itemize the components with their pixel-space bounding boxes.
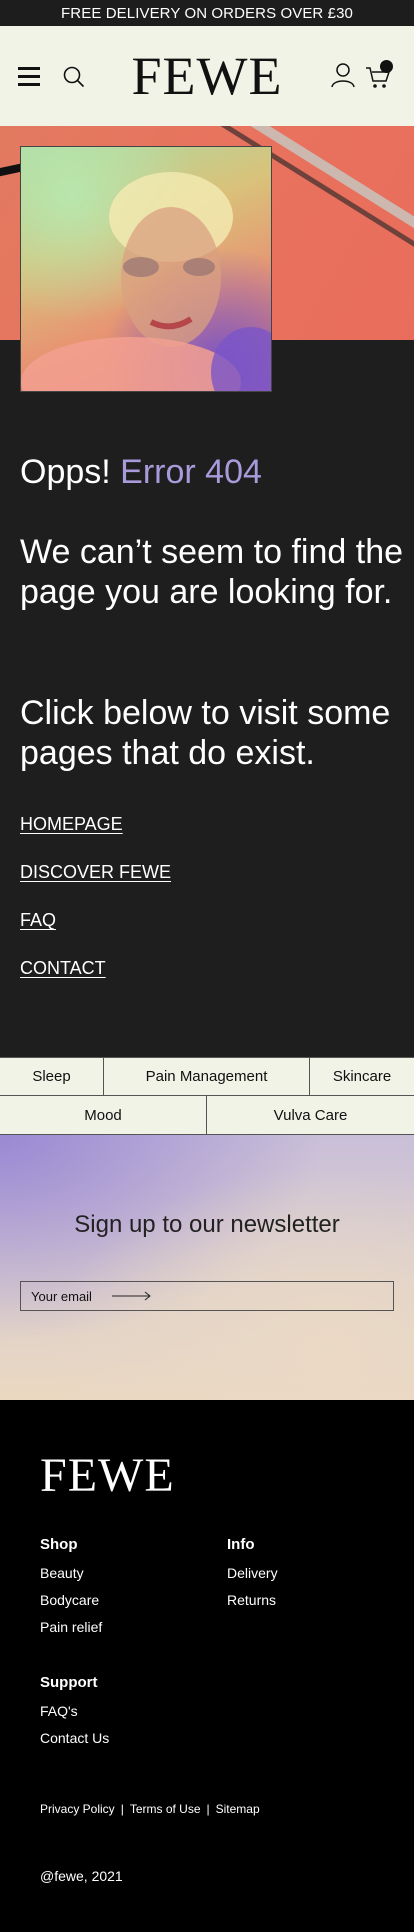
footer-link-privacy-policy[interactable]: Privacy Policy bbox=[40, 1802, 115, 1816]
link-homepage[interactable]: HOMEPAGE bbox=[20, 812, 171, 860]
announcement-bar: FREE DELIVERY ON ORDERS OVER £30 bbox=[0, 0, 414, 26]
error-suggestion: Click below to visit some pages that do … bbox=[20, 694, 391, 772]
footer-shop-column: Shop Beauty Bodycare Pain relief bbox=[40, 1536, 102, 1645]
cart-icon[interactable] bbox=[365, 60, 393, 90]
site-header: FEWE bbox=[0, 26, 414, 126]
newsletter-title: Sign up to our newsletter bbox=[74, 1211, 340, 1238]
footer-legal-links: Privacy Policy | Terms of Use | Sitemap bbox=[40, 1802, 260, 1816]
footer-link-returns[interactable]: Returns bbox=[227, 1591, 278, 1618]
site-footer: FEWE Shop Beauty Bodycare Pain relief In… bbox=[0, 1400, 414, 1932]
announcement-text: FREE DELIVERY ON ORDERS OVER £30 bbox=[61, 4, 353, 22]
hero-portrait-image bbox=[20, 146, 272, 392]
error-heading: Opps! Error 404 bbox=[20, 452, 400, 492]
footer-info-column: Info Delivery Returns bbox=[227, 1536, 278, 1618]
error-message: We can’t seem to find the page you are l… bbox=[20, 533, 404, 611]
helpful-links: HOMEPAGE DISCOVER FEWE FAQ CONTACT bbox=[20, 812, 171, 1004]
copyright-text: @fewe, 2021 bbox=[40, 1868, 123, 1884]
newsletter-section: Sign up to our newsletter Your email bbox=[0, 1135, 414, 1400]
footer-support-column: Support FAQ's Contact Us bbox=[40, 1674, 109, 1756]
footer-support-heading: Support bbox=[40, 1674, 98, 1691]
category-vulva-care[interactable]: Vulva Care bbox=[207, 1096, 414, 1134]
link-contact[interactable]: CONTACT bbox=[20, 956, 171, 1004]
footer-link-contact-us[interactable]: Contact Us bbox=[40, 1729, 109, 1756]
footer-link-beauty[interactable]: Beauty bbox=[40, 1564, 102, 1591]
cart-count-badge bbox=[380, 60, 393, 73]
error-lead: Opps! bbox=[20, 453, 111, 491]
footer-info-heading: Info bbox=[227, 1536, 255, 1553]
arrow-right-icon[interactable] bbox=[111, 1291, 152, 1301]
legal-separator: | bbox=[120, 1802, 124, 1816]
link-faq[interactable]: FAQ bbox=[20, 908, 171, 956]
footer-logo[interactable]: FEWE bbox=[40, 1448, 175, 1504]
email-placeholder: Your email bbox=[31, 1288, 92, 1304]
newsletter-email-input[interactable]: Your email bbox=[20, 1281, 394, 1311]
footer-link-sitemap[interactable]: Sitemap bbox=[216, 1802, 260, 1816]
footer-shop-heading: Shop bbox=[40, 1536, 78, 1553]
footer-link-faqs[interactable]: FAQ's bbox=[40, 1702, 109, 1729]
category-pain-management[interactable]: Pain Management bbox=[104, 1058, 310, 1095]
link-discover-fewe[interactable]: DISCOVER FEWE bbox=[20, 860, 171, 908]
category-sleep[interactable]: Sleep bbox=[0, 1058, 104, 1095]
legal-separator: | bbox=[206, 1802, 210, 1816]
category-skincare[interactable]: Skincare bbox=[310, 1058, 414, 1095]
error-code: Error 404 bbox=[120, 453, 262, 491]
footer-link-delivery[interactable]: Delivery bbox=[227, 1564, 278, 1591]
category-mood[interactable]: Mood bbox=[0, 1096, 207, 1134]
footer-link-terms-of-use[interactable]: Terms of Use bbox=[130, 1802, 201, 1816]
category-grid: Sleep Pain Management Skincare Mood Vulv… bbox=[0, 1057, 414, 1135]
footer-link-pain-relief[interactable]: Pain relief bbox=[40, 1618, 102, 1645]
account-icon[interactable] bbox=[331, 62, 355, 88]
footer-link-bodycare[interactable]: Bodycare bbox=[40, 1591, 102, 1618]
